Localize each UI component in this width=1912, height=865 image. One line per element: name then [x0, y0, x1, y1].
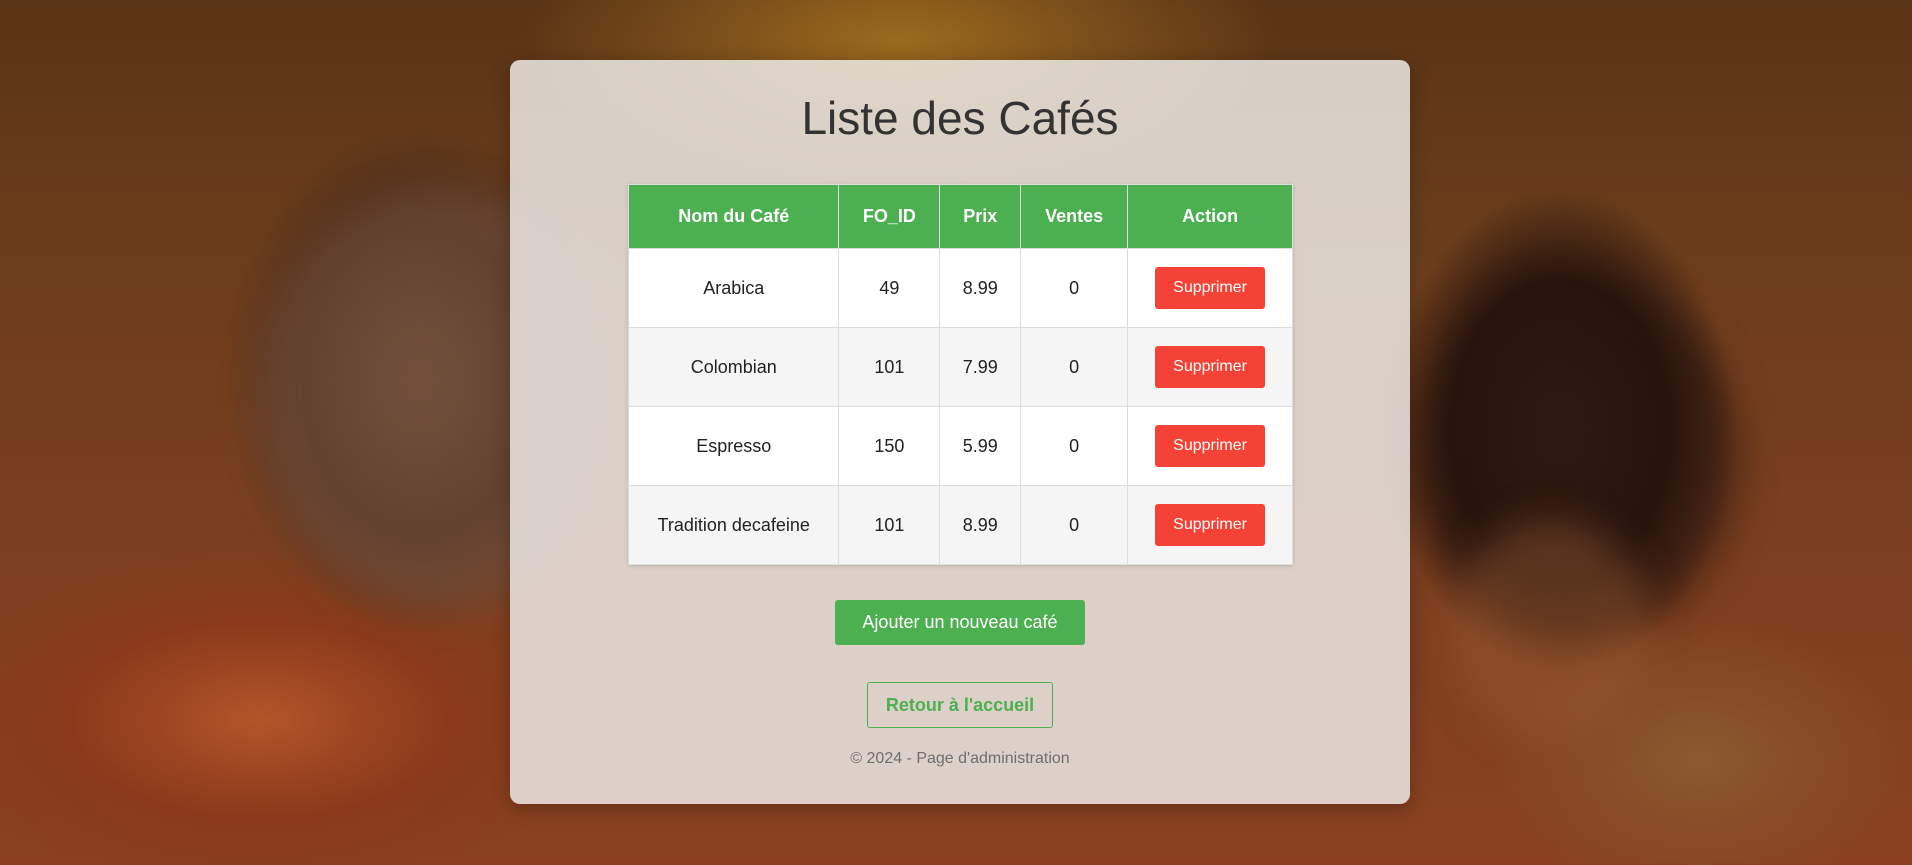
cell-ventes: 0 [1020, 485, 1129, 565]
column-header-fo-id: FO_ID [838, 184, 941, 249]
cell-fo-id: 150 [838, 406, 941, 486]
cell-name: Arabica [627, 248, 840, 328]
cell-prix: 8.99 [939, 485, 1022, 565]
cell-prix: 8.99 [939, 248, 1022, 328]
column-header-name: Nom du Café [627, 184, 840, 249]
back-home-button[interactable]: Retour à l'accueil [867, 682, 1053, 728]
cell-fo-id: 49 [838, 248, 941, 328]
footer-text: © 2024 - Page d'administration [850, 750, 1070, 767]
background-coffee-bean [1450, 520, 1650, 740]
cell-fo-id: 101 [838, 485, 941, 565]
page-background: { "page": { "title": "Liste des Cafés", … [0, 0, 1912, 865]
cell-action: Supprimer [1127, 248, 1293, 328]
delete-button[interactable]: Supprimer [1155, 267, 1266, 309]
cell-ventes: 0 [1020, 406, 1129, 486]
cell-ventes: 0 [1020, 327, 1129, 407]
cell-ventes: 0 [1020, 248, 1129, 328]
table-row: Espresso 150 5.99 0 Supprimer [627, 406, 1293, 486]
cell-prix: 5.99 [939, 406, 1022, 486]
delete-button[interactable]: Supprimer [1155, 346, 1266, 388]
cell-fo-id: 101 [838, 327, 941, 407]
cell-action: Supprimer [1127, 327, 1293, 407]
table-header-row: Nom du Café FO_ID Prix Ventes Action [627, 184, 1293, 249]
table-row: Arabica 49 8.99 0 Supprimer [627, 248, 1293, 328]
admin-panel: Liste des Cafés Nom du Café FO_ID Prix V… [510, 60, 1410, 804]
background-coffee-bean [1420, 280, 1740, 640]
column-header-prix: Prix [939, 184, 1022, 249]
table-row: Colombian 101 7.99 0 Supprimer [627, 327, 1293, 407]
cell-name: Tradition decafeine [627, 485, 840, 565]
add-coffee-button[interactable]: Ajouter un nouveau café [835, 600, 1085, 645]
page-title: Liste des Cafés [801, 92, 1119, 144]
cell-action: Supprimer [1127, 485, 1293, 565]
column-header-action: Action [1127, 184, 1293, 249]
cell-name: Espresso [627, 406, 840, 486]
column-header-ventes: Ventes [1020, 184, 1129, 249]
table-row: Tradition decafeine 101 8.99 0 Supprimer [627, 485, 1293, 565]
cell-prix: 7.99 [939, 327, 1022, 407]
delete-button[interactable]: Supprimer [1155, 425, 1266, 467]
cell-action: Supprimer [1127, 406, 1293, 486]
coffee-table: Nom du Café FO_ID Prix Ventes Action Ara… [627, 184, 1293, 565]
delete-button[interactable]: Supprimer [1155, 504, 1266, 546]
cell-name: Colombian [627, 327, 840, 407]
